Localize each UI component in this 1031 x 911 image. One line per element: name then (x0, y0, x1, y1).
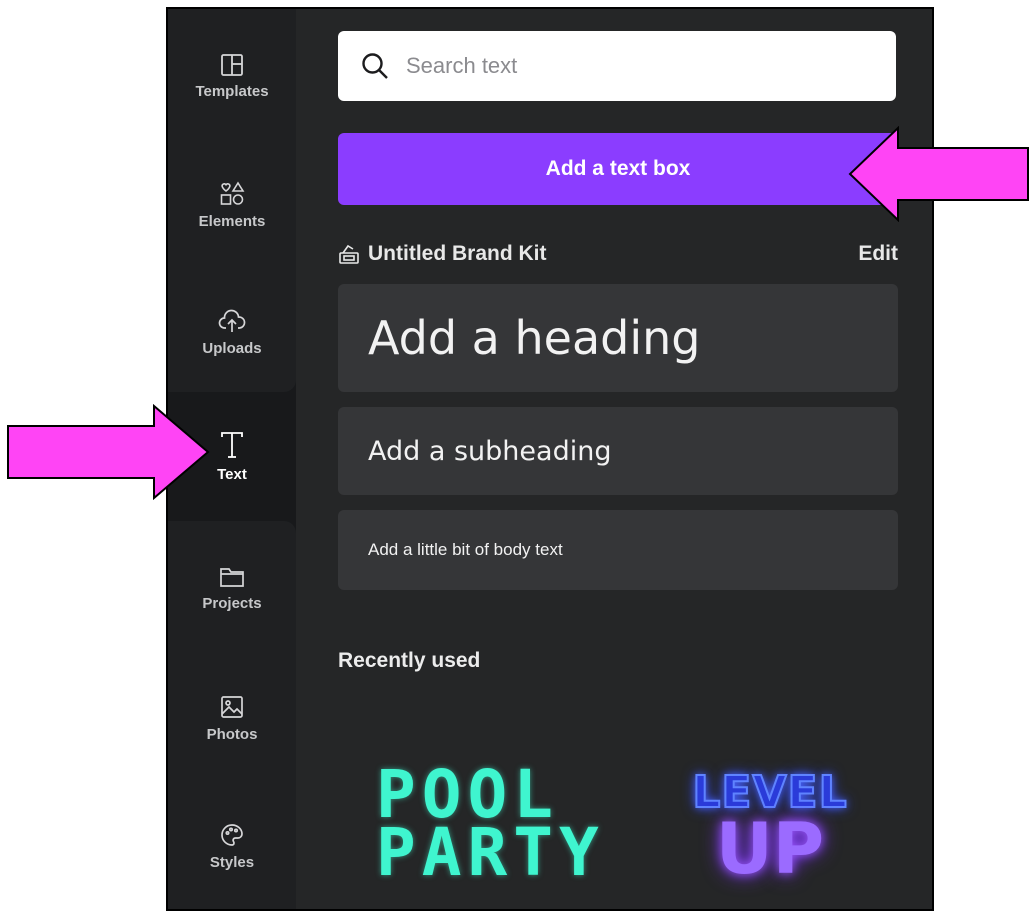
elements-icon (220, 180, 245, 205)
annotation-arrow-text (7, 404, 210, 500)
rail-label-projects: Projects (202, 594, 262, 612)
add-text-box-button[interactable]: Add a text box (338, 133, 898, 205)
recently-used-heading: Recently used (338, 649, 481, 672)
palette-icon (221, 823, 243, 846)
rail-label-uploads: Uploads (202, 339, 262, 357)
annotation-arrow-add-text-box (848, 126, 1029, 222)
templates-icon (221, 53, 243, 76)
recent-text-style-pool-party[interactable]: POOL PARTY (376, 762, 605, 891)
rail-item-elements[interactable]: Elements (168, 149, 296, 259)
brand-kit-edit-link[interactable]: Edit (858, 242, 898, 266)
brand-kit-icon (339, 244, 359, 264)
upload-cloud-icon (218, 309, 246, 332)
search-box[interactable] (338, 31, 896, 101)
image-icon (221, 695, 243, 718)
rail-item-styles[interactable]: Styles (168, 791, 296, 901)
rail-item-projects[interactable]: Projects (168, 533, 296, 643)
rail-label-photos: Photos (206, 725, 258, 743)
text-icon (221, 431, 243, 458)
brand-kit-row: Untitled Brand Kit Edit (338, 239, 898, 269)
rail-label-elements: Elements (198, 212, 266, 230)
rail-label-templates: Templates (195, 82, 269, 100)
sample-line-2: PARTY (376, 814, 605, 891)
sample-line-2: UP (715, 808, 825, 890)
recent-text-style-level-up[interactable]: LEVEL UP (680, 770, 860, 890)
rail-label-styles: Styles (209, 853, 255, 871)
add-subheading-button[interactable]: Add a subheading (338, 407, 898, 495)
add-body-text-button[interactable]: Add a little bit of body text (338, 510, 898, 590)
rail-item-templates[interactable]: Templates (168, 21, 296, 131)
rail-item-uploads[interactable]: Uploads (168, 277, 296, 387)
folder-icon (220, 567, 244, 587)
add-heading-button[interactable]: Add a heading (338, 284, 898, 392)
rail-label-text: Text (217, 465, 247, 483)
rail-item-photos[interactable]: Photos (168, 663, 296, 773)
brand-kit-label: Untitled Brand Kit (368, 242, 547, 265)
search-input[interactable] (404, 52, 868, 80)
search-icon (362, 53, 388, 79)
editor-frame: Templates Elements Uploads Text Projects… (166, 7, 934, 911)
